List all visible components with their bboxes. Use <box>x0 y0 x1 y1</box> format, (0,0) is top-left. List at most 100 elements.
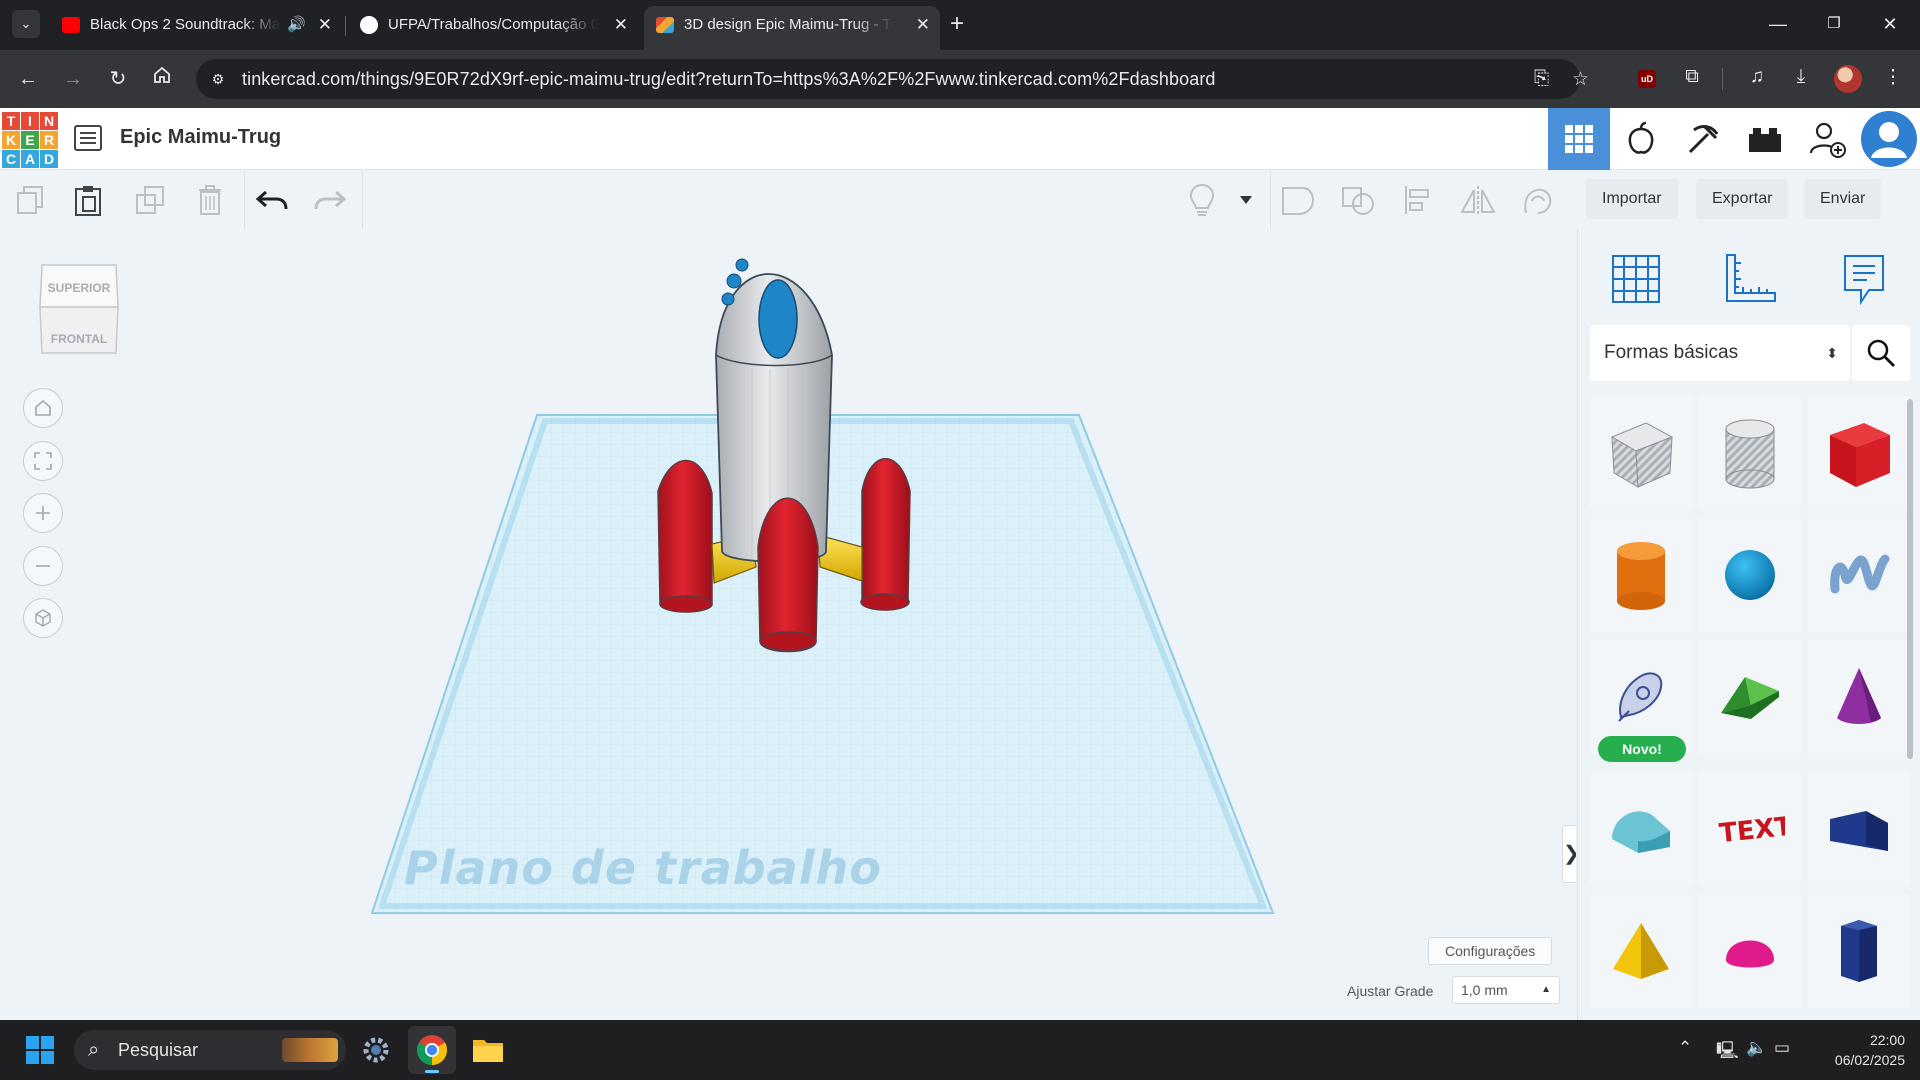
restore-button[interactable]: ❐ <box>1806 0 1862 50</box>
taskbar-chrome[interactable] <box>408 1026 456 1074</box>
export-button[interactable]: Exportar <box>1696 179 1789 219</box>
taskbar-settings[interactable] <box>352 1026 400 1074</box>
audio-icon[interactable]: 🔊 <box>287 8 306 42</box>
invite-collaborator-button[interactable] <box>1796 108 1858 170</box>
network-icon[interactable]: 🖳 <box>1716 1038 1739 1067</box>
profile-avatar[interactable] <box>1834 65 1862 93</box>
system-clock[interactable]: 22:00 06/02/2025 <box>1805 1030 1905 1070</box>
duplicate-button[interactable] <box>130 180 170 220</box>
3d-design-view-button[interactable] <box>1548 108 1610 170</box>
mirror-button[interactable] <box>1458 180 1498 220</box>
shape-half-sphere[interactable] <box>1699 894 1801 1008</box>
copy-button[interactable] <box>10 180 50 220</box>
address-bar[interactable]: ⚙ tinkercad.com/things/9E0R72dX9rf-epic-… <box>196 59 1589 99</box>
tab-youtube[interactable]: Black Ops 2 Soundtrack: Ma 🔊 ✕ <box>50 8 342 42</box>
ungroup-button[interactable] <box>1338 180 1378 220</box>
undo-button[interactable] <box>252 180 292 220</box>
sim-lab-button[interactable] <box>1610 108 1672 170</box>
shape-pyramid[interactable] <box>1590 894 1692 1008</box>
lightbulb-dropdown[interactable] <box>1228 180 1264 220</box>
taskbar-search[interactable]: ⌕ Pesquisar <box>74 1030 346 1070</box>
forward-button[interactable]: → <box>59 65 87 93</box>
panel-scrollbar[interactable] <box>1907 399 1913 759</box>
tab-github[interactable]: UFPA/Trabalhos/Computação G ✕ <box>348 8 638 42</box>
user-avatar[interactable] <box>1858 108 1920 170</box>
close-tab-icon[interactable]: ✕ <box>614 8 628 42</box>
notes-lightbulb-button[interactable] <box>1182 180 1222 220</box>
battery-icon[interactable]: ▭ <box>1774 1038 1790 1058</box>
volume-icon[interactable]: 🔈 <box>1746 1038 1767 1058</box>
delete-button[interactable] <box>190 180 230 220</box>
shape-box[interactable] <box>1808 396 1910 510</box>
chrome-menu-icon[interactable]: ⋮ <box>1880 66 1906 89</box>
close-window-button[interactable]: ✕ <box>1862 0 1918 50</box>
perspective-button[interactable] <box>23 598 63 638</box>
search-icon: ⌕ <box>88 1039 100 1061</box>
notes-tool-button[interactable] <box>1832 247 1896 311</box>
shape-cylinder[interactable] <box>1590 518 1692 632</box>
send-to-button[interactable]: Enviar para <box>1804 179 1882 247</box>
back-button[interactable]: ← <box>14 65 42 93</box>
start-button[interactable] <box>16 1026 64 1074</box>
view-cube-top-label[interactable]: SUPERIOR <box>38 281 120 295</box>
home-icon[interactable] <box>148 65 176 93</box>
tab-search-button[interactable]: ⌄ <box>12 10 40 38</box>
ublock-icon[interactable]: uD <box>1634 66 1660 88</box>
align-button[interactable] <box>1398 180 1438 220</box>
codeblocks-button[interactable] <box>1672 108 1734 170</box>
new-tab-button[interactable]: + <box>950 10 964 38</box>
snap-grid-select[interactable]: 1,0 mm ▲ <box>1452 976 1560 1004</box>
home-view-button[interactable] <box>23 388 63 428</box>
fit-view-button[interactable] <box>23 441 63 481</box>
shape-generator[interactable]: Novo! <box>1590 640 1692 762</box>
shape-round-roof[interactable] <box>1590 772 1692 886</box>
shape-sphere[interactable] <box>1699 518 1801 632</box>
shape-text[interactable]: TEXT <box>1699 772 1801 886</box>
rocket-window[interactable] <box>758 279 798 359</box>
close-tab-icon[interactable]: ✕ <box>318 8 332 42</box>
project-title[interactable]: Epic Maimu-Trug <box>120 126 281 149</box>
install-app-icon[interactable]: ⎘ <box>1534 68 1549 90</box>
group-button[interactable] <box>1278 180 1318 220</box>
site-info-icon[interactable]: ⚙ <box>208 69 228 89</box>
reload-button[interactable]: ↻ <box>104 65 132 93</box>
ruler-tool-button[interactable] <box>1718 247 1782 311</box>
close-tab-icon[interactable]: ✕ <box>916 6 930 44</box>
zoom-out-button[interactable] <box>23 546 63 586</box>
extensions-icon[interactable]: ⧉ <box>1679 66 1705 88</box>
shape-wedge[interactable] <box>1808 772 1910 886</box>
view-cube-front-label[interactable]: FRONTAL <box>38 332 120 346</box>
shape-cone[interactable] <box>1808 640 1910 754</box>
minimize-button[interactable]: — <box>1750 0 1806 50</box>
shape-cylinder-hole[interactable] <box>1699 396 1801 510</box>
media-controls-icon[interactable]: ♫ <box>1744 66 1770 88</box>
workplane-tool-button[interactable] <box>1604 247 1668 311</box>
settings-button[interactable]: Configurações <box>1428 937 1553 965</box>
shape-roof[interactable] <box>1699 640 1801 754</box>
zoom-in-button[interactable] <box>23 493 63 533</box>
booster-left[interactable] <box>657 459 713 613</box>
downloads-icon[interactable]: ⤓ <box>1788 66 1814 88</box>
view-cube[interactable]: SUPERIOR FRONTAL <box>38 259 120 359</box>
bookmark-star-icon[interactable]: ☆ <box>1572 68 1589 91</box>
shape-category-select[interactable]: Formas básicas ⬍ <box>1590 325 1850 381</box>
bricks-button[interactable] <box>1734 108 1796 170</box>
shape-scribble[interactable] <box>1808 518 1910 632</box>
paste-button[interactable] <box>68 180 108 220</box>
import-button[interactable]: Importar <box>1586 179 1678 219</box>
shape-search-button[interactable] <box>1852 325 1910 381</box>
taskbar-file-explorer[interactable] <box>464 1026 512 1074</box>
tinkercad-logo[interactable]: T I N K E R C A D <box>2 112 58 168</box>
workplane-canvas[interactable] <box>0 229 1576 1020</box>
design-menu-icon[interactable] <box>74 125 102 151</box>
tab-tinkercad[interactable]: 3D design Epic Maimu-Trug - Ti ✕ <box>644 6 940 50</box>
redo-button[interactable] <box>310 180 350 220</box>
collapse-panel-button[interactable]: ❯ <box>1562 825 1576 883</box>
shape-polygon[interactable] <box>1808 894 1910 1008</box>
cruise-button[interactable] <box>1518 180 1558 220</box>
show-hidden-icons[interactable]: ⌃ <box>1678 1038 1692 1058</box>
3d-workspace[interactable]: Plano de trabalho SUPERIOR FRONTAL Confi… <box>0 229 1576 1020</box>
booster-right[interactable] <box>860 458 911 611</box>
booster-front[interactable] <box>757 497 819 653</box>
shape-box-hole[interactable] <box>1590 396 1692 510</box>
